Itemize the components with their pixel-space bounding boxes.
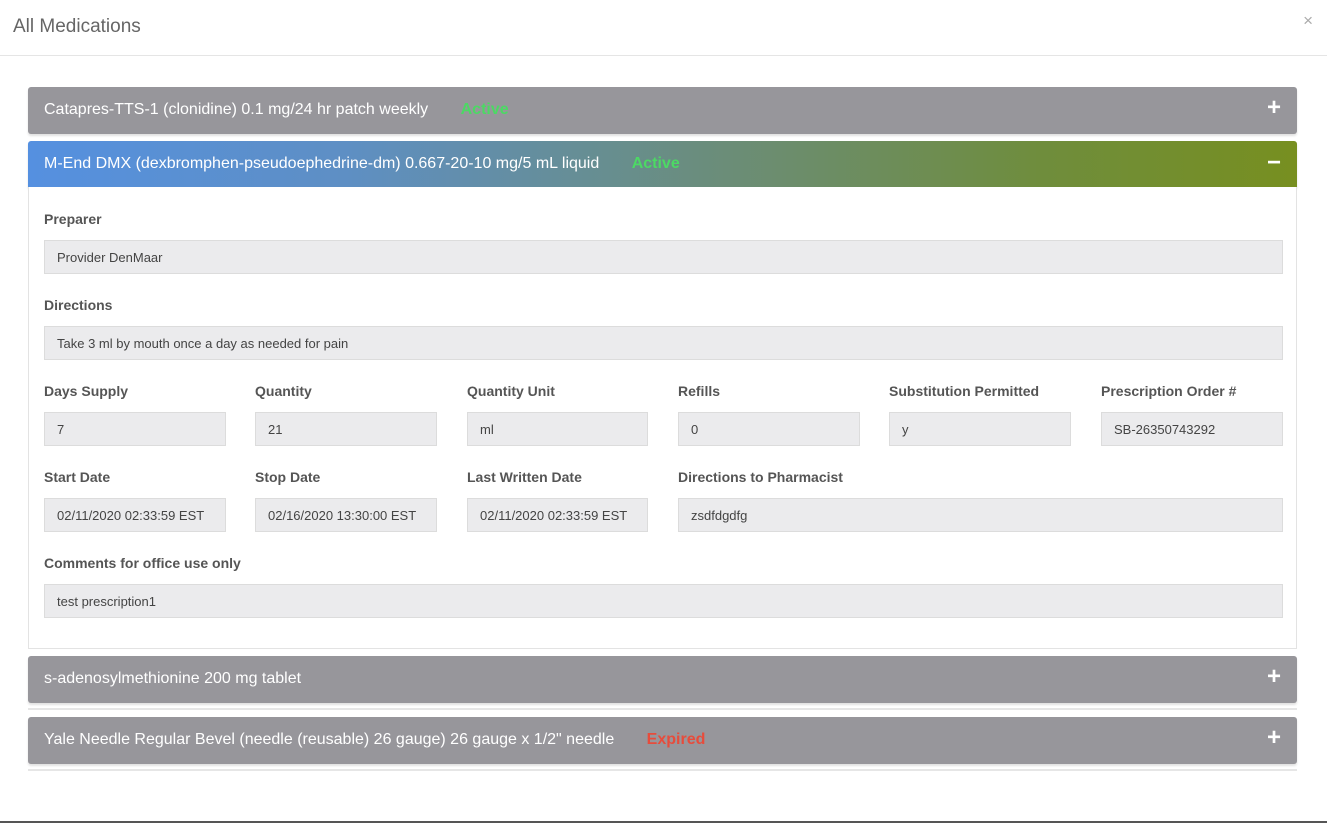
refills-field[interactable]: 0 bbox=[678, 412, 860, 446]
quantity-unit-field[interactable]: ml bbox=[467, 412, 648, 446]
status-badge: Active bbox=[460, 101, 509, 118]
comments-label: Comments for office use only bbox=[44, 555, 241, 571]
medication-details: Preparer Provider DenMaar Directions Tak… bbox=[28, 187, 1297, 649]
preparer-field[interactable]: Provider DenMaar bbox=[44, 240, 1283, 274]
modal-title: All Medications bbox=[13, 16, 141, 37]
divider bbox=[28, 769, 1297, 771]
medication-panel-header[interactable]: Catapres-TTS-1 (clonidine) 0.1 mg/24 hr … bbox=[28, 87, 1297, 134]
medication-name: s-adenosylmethionine 200 mg tablet bbox=[44, 670, 302, 687]
pharmacist-directions-label: Directions to Pharmacist bbox=[678, 469, 843, 485]
stop-date-field[interactable]: 02/16/2020 13:30:00 EST bbox=[255, 498, 437, 532]
days-supply-field[interactable]: 7 bbox=[44, 412, 226, 446]
substitution-field[interactable]: y bbox=[889, 412, 1071, 446]
substitution-label: Substitution Permitted bbox=[889, 383, 1040, 399]
medication-panel-header[interactable]: Yale Needle Regular Bevel (needle (reusa… bbox=[28, 717, 1297, 764]
directions-label: Directions bbox=[44, 297, 113, 313]
status-badge: Expired bbox=[646, 731, 706, 748]
refills-label: Refills bbox=[678, 383, 721, 399]
preparer-label: Preparer bbox=[44, 211, 102, 227]
medication-name: M-End DMX (dexbromphen-pseudoephedrine-d… bbox=[44, 155, 600, 172]
minus-icon[interactable]: − bbox=[1265, 151, 1283, 175]
status-badge: Active bbox=[631, 155, 680, 172]
medication-name: Yale Needle Regular Bevel (needle (reusa… bbox=[44, 731, 615, 748]
medication-title: Catapres-TTS-1 (clonidine) 0.1 mg/24 hr … bbox=[44, 101, 509, 119]
comments-field[interactable]: test prescription1 bbox=[44, 584, 1283, 618]
close-icon[interactable]: × bbox=[1303, 12, 1313, 29]
last-written-date-field[interactable]: 02/11/2020 02:33:59 EST bbox=[467, 498, 648, 532]
quantity-unit-label: Quantity Unit bbox=[467, 383, 555, 399]
directions-field[interactable]: Take 3 ml by mouth once a day as needed … bbox=[44, 326, 1283, 360]
plus-icon[interactable]: + bbox=[1265, 96, 1283, 120]
pharmacist-directions-field[interactable]: zsdfdgdfg bbox=[678, 498, 1283, 532]
medication-title: s-adenosylmethionine 200 mg tablet bbox=[44, 670, 301, 688]
quantity-label: Quantity bbox=[255, 383, 312, 399]
medication-title: Yale Needle Regular Bevel (needle (reusa… bbox=[44, 731, 705, 749]
start-date-label: Start Date bbox=[44, 469, 111, 485]
plus-icon[interactable]: + bbox=[1265, 726, 1283, 750]
divider bbox=[28, 708, 1297, 710]
last-written-date-label: Last Written Date bbox=[467, 469, 582, 485]
quantity-field[interactable]: 21 bbox=[255, 412, 437, 446]
medication-panel-header[interactable]: M-End DMX (dexbromphen-pseudoephedrine-d… bbox=[28, 141, 1297, 187]
medication-title: M-End DMX (dexbromphen-pseudoephedrine-d… bbox=[44, 155, 680, 173]
order-number-label: Prescription Order # bbox=[1101, 383, 1237, 399]
order-number-field[interactable]: SB-26350743292 bbox=[1101, 412, 1283, 446]
plus-icon[interactable]: + bbox=[1265, 665, 1283, 689]
modal-header: All Medications × bbox=[0, 0, 1327, 56]
start-date-field[interactable]: 02/11/2020 02:33:59 EST bbox=[44, 498, 226, 532]
stop-date-label: Stop Date bbox=[255, 469, 321, 485]
days-supply-label: Days Supply bbox=[44, 383, 129, 399]
medication-panel-header[interactable]: s-adenosylmethionine 200 mg tablet + bbox=[28, 656, 1297, 703]
medication-name: Catapres-TTS-1 (clonidine) 0.1 mg/24 hr … bbox=[44, 101, 429, 118]
